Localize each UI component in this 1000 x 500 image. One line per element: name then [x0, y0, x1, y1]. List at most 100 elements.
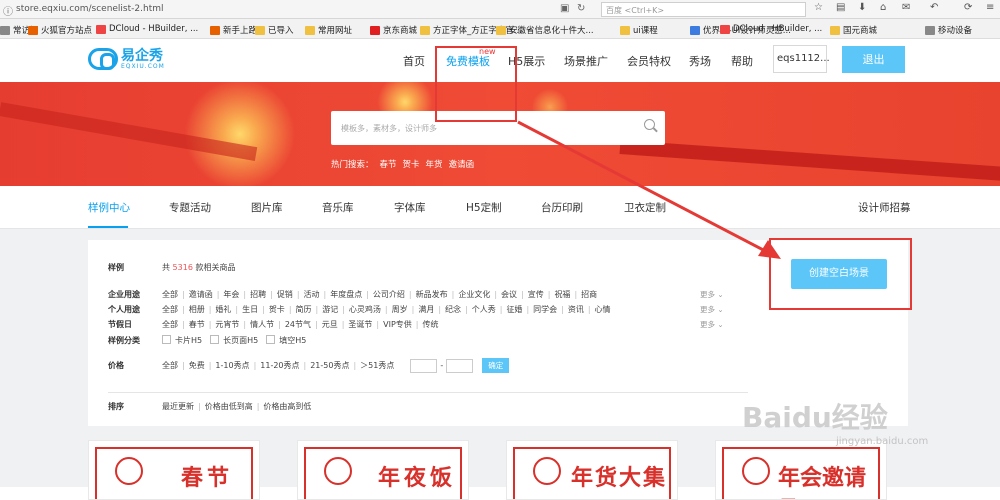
filter-option[interactable]: 企业文化 [458, 290, 490, 299]
price-option[interactable]: 1-10秀点 [215, 361, 249, 370]
price-option[interactable]: 免费 [189, 361, 205, 370]
filter-option[interactable]: 促销 [277, 290, 293, 299]
nav-vip[interactable]: 会员特权 [627, 53, 671, 69]
tab-sample-center[interactable]: 样例中心 [88, 200, 130, 215]
checkbox[interactable] [210, 335, 220, 344]
filter-option[interactable]: 公司介绍 [373, 290, 405, 299]
more-toggle[interactable]: 更多 ⌄ [700, 319, 724, 330]
bookmark-item[interactable]: 火狐官方站点 [28, 24, 92, 36]
price-min-input[interactable] [410, 358, 438, 373]
tab-music[interactable]: 音乐库 [322, 200, 354, 215]
template-card[interactable]: 年会邀请函 [715, 440, 887, 500]
filter-option[interactable]: 活动 [304, 290, 320, 299]
filter-option[interactable]: 周岁 [392, 305, 408, 314]
filter-option[interactable]: 生日 [242, 305, 258, 314]
download-icon[interactable]: ⬇ [858, 2, 866, 13]
reload-icon[interactable]: ↻ [577, 3, 585, 14]
filter-option[interactable]: 圣诞节 [348, 320, 372, 329]
nav-promotion[interactable]: 场景推广 [564, 53, 608, 69]
nav-home[interactable]: 首页 [403, 53, 425, 69]
filter-option[interactable]: 心灵鸡汤 [349, 305, 381, 314]
bookmark-item[interactable]: ui课程 [620, 24, 658, 36]
filter-option[interactable]: 招商 [581, 290, 597, 299]
filter-option[interactable]: 宣传 [528, 290, 544, 299]
bookmark-item[interactable]: DCloud - HBuilder, ... [96, 24, 198, 34]
refresh-icon[interactable]: ⟳ [964, 2, 972, 13]
filter-option[interactable]: 贺卡 [269, 305, 285, 314]
filter-option[interactable]: 情人节 [250, 320, 274, 329]
tab-calendar-print[interactable]: 台历印刷 [541, 200, 583, 215]
filter-option[interactable]: 资讯 [568, 305, 584, 314]
filter-option[interactable]: 婚礼 [215, 305, 231, 314]
filter-option[interactable]: 传统 [422, 320, 438, 329]
filter-option[interactable]: 24节气 [285, 320, 311, 329]
price-max-input[interactable] [446, 358, 474, 373]
price-option[interactable]: 11-20秀点 [260, 361, 299, 370]
filter-option[interactable]: 相册 [189, 305, 205, 314]
filter-option[interactable]: 游记 [322, 305, 338, 314]
bookmark-item[interactable]: 京东商城 [370, 24, 417, 36]
filter-option[interactable]: 全部 [162, 290, 178, 299]
filter-option[interactable]: 邀请函 [189, 290, 213, 299]
site-logo[interactable]: 易企秀 EQXIU.COM [88, 48, 165, 70]
filter-option[interactable]: 征婚 [506, 305, 522, 314]
filter-option[interactable]: 同学会 [533, 305, 557, 314]
filter-option[interactable]: 年会 [223, 290, 239, 299]
price-option[interactable]: ＞51秀点 [360, 361, 394, 370]
more-toggle[interactable]: 更多 ⌄ [700, 289, 724, 300]
filter-option[interactable]: 元旦 [322, 320, 338, 329]
filter-option[interactable]: 简历 [296, 305, 312, 314]
filter-option[interactable]: 个人秀 [472, 305, 496, 314]
hot-search-item[interactable]: 年货 [426, 158, 443, 170]
filter-option[interactable]: 招聘 [250, 290, 266, 299]
back-icon[interactable]: ↶ [930, 2, 938, 13]
checkbox[interactable] [266, 335, 276, 344]
tab-hoodie[interactable]: 卫衣定制 [624, 200, 666, 215]
url-bar[interactable]: store.eqxiu.com/scenelist-2.html [16, 4, 164, 14]
hot-search-item[interactable]: 春节 [380, 158, 397, 170]
bookmark-star-icon[interactable]: ☆ [814, 2, 823, 13]
tab-h5-custom[interactable]: H5定制 [466, 200, 502, 215]
logout-button[interactable]: 退出 [842, 46, 905, 73]
chat-icon[interactable]: ✉ [902, 2, 910, 13]
filter-option[interactable]: 春节 [189, 320, 205, 329]
price-option[interactable]: 全部 [162, 361, 178, 370]
bookmark-item[interactable]: 移动设备 [925, 24, 972, 36]
price-confirm-button[interactable]: 确定 [482, 358, 510, 373]
reader-icon[interactable]: ▣ [560, 3, 569, 14]
home-icon[interactable]: ⌂ [880, 2, 886, 13]
template-card[interactable]: 年夜饭 [297, 440, 469, 500]
bookmark-item[interactable]: 已导入 [255, 24, 294, 36]
filter-option[interactable]: 心情 [595, 305, 611, 314]
sort-option[interactable]: 价格由低到高 [205, 402, 253, 411]
library-icon[interactable]: ▤ [836, 2, 845, 13]
hot-search-item[interactable]: 邀请函 [449, 158, 475, 170]
nav-help[interactable]: 帮助 [731, 53, 753, 69]
tab-topics[interactable]: 专题活动 [169, 200, 211, 215]
filter-option[interactable]: 祝福 [554, 290, 570, 299]
filter-option[interactable]: 全部 [162, 320, 178, 329]
menu-icon[interactable]: ≡ [986, 2, 994, 13]
category-option[interactable]: 卡片H5 [175, 336, 202, 345]
template-card[interactable]: 春节 [88, 440, 260, 500]
filter-option[interactable]: 元宵节 [215, 320, 239, 329]
tab-designer-recruit[interactable]: 设计师招募 [858, 200, 911, 215]
filter-option[interactable]: VIP专供 [383, 320, 412, 329]
tab-images[interactable]: 图片库 [251, 200, 283, 215]
search-icon[interactable] [644, 119, 655, 130]
sort-option[interactable]: 最近更新 [162, 402, 194, 411]
filter-option[interactable]: 全部 [162, 305, 178, 314]
filter-option[interactable]: 年度盘点 [330, 290, 362, 299]
checkbox[interactable] [162, 335, 171, 344]
hot-search-item[interactable]: 贺卡 [403, 158, 420, 170]
browser-search-input[interactable]: 百度 <Ctrl+K> [601, 2, 806, 17]
nav-show[interactable]: 秀场 [689, 53, 711, 69]
bookmark-item[interactable]: DCloud - HBuilder, ... [720, 24, 822, 34]
price-option[interactable]: 21-50秀点 [310, 361, 349, 370]
filter-option[interactable]: 满月 [418, 305, 434, 314]
filter-option[interactable]: 新品发布 [416, 290, 448, 299]
bookmark-item[interactable]: 国元商城 [830, 24, 877, 36]
tab-fonts[interactable]: 字体库 [394, 200, 426, 215]
bookmark-item[interactable]: 安徽省信息化十件大... [496, 24, 594, 36]
filter-option[interactable]: 会议 [501, 290, 517, 299]
